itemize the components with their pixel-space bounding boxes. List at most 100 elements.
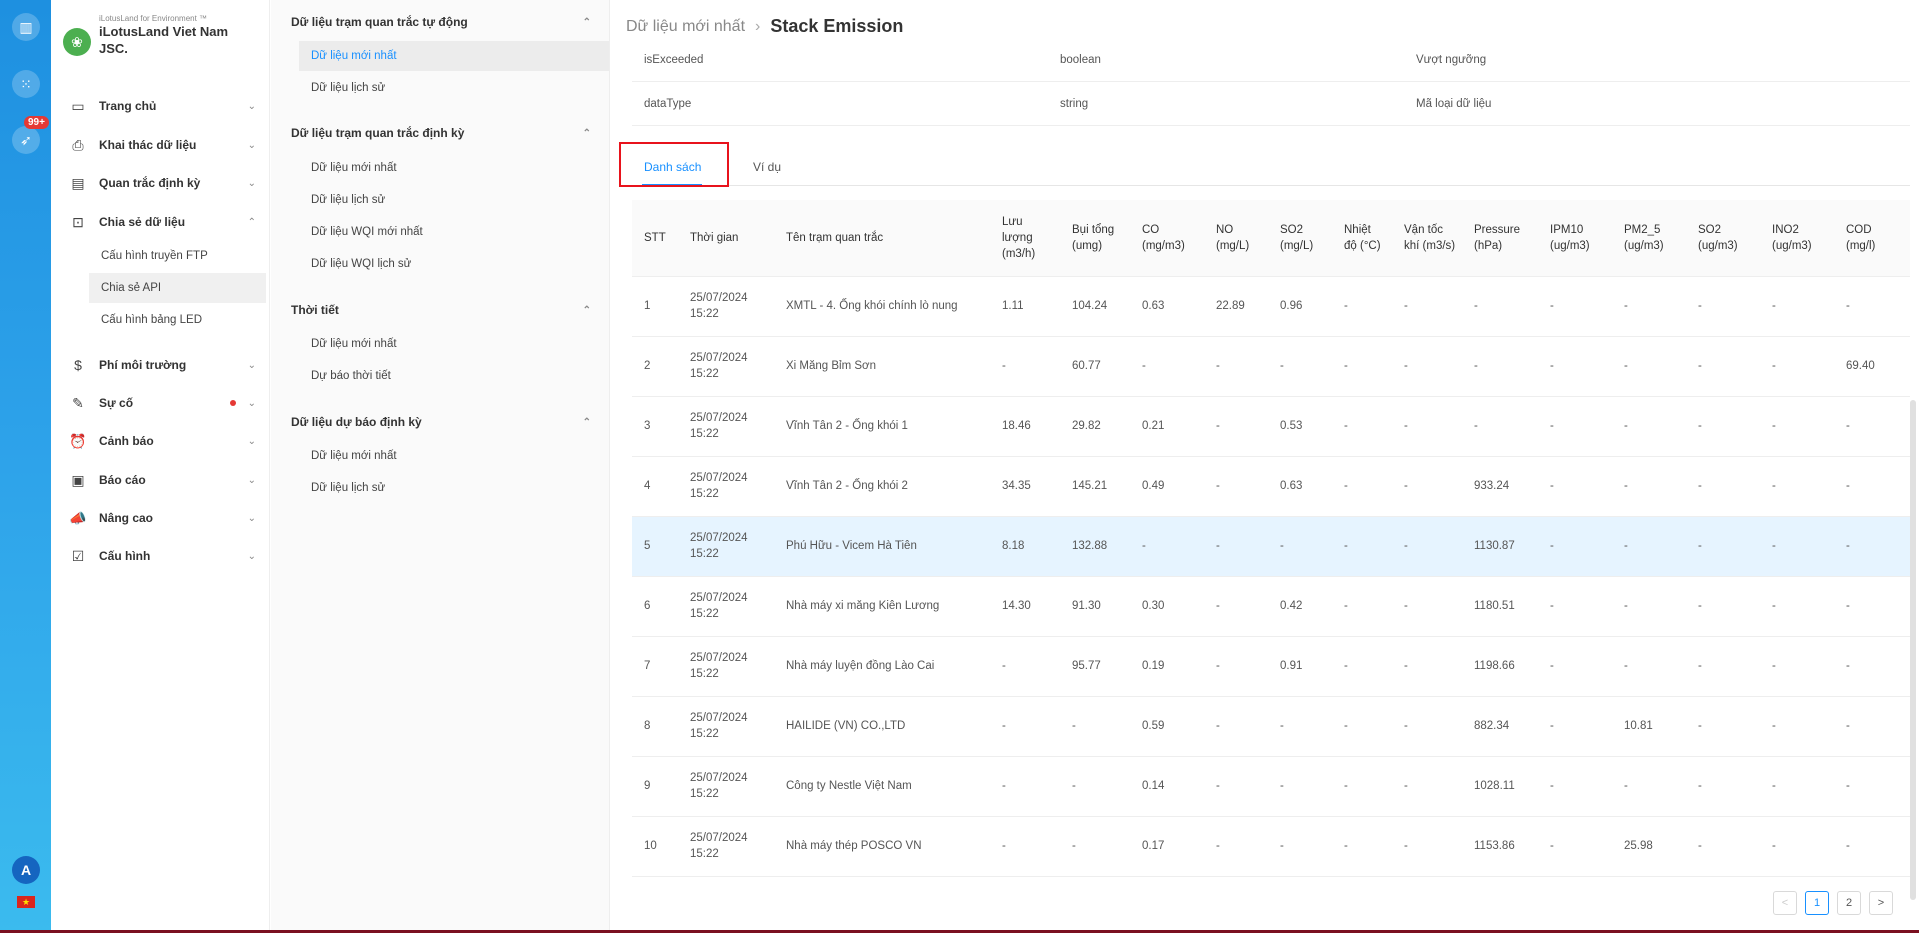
nav-item-alerts[interactable]: ⏰ Cảnh báo ⌄ bbox=[51, 426, 270, 456]
table-cell: 1130.87 bbox=[1462, 516, 1538, 577]
menu-item-wqi-latest[interactable]: Dữ liệu WQI mới nhất bbox=[299, 217, 609, 247]
avatar[interactable]: A bbox=[12, 856, 40, 884]
nav-item-reports[interactable]: ▣ Báo cáo ⌄ bbox=[51, 465, 270, 495]
column-header: Thời gian bbox=[678, 200, 774, 277]
table-row[interactable]: 7 25/07/2024 15:22 Nhà máy luyện đồng Lào C… bbox=[632, 636, 1910, 697]
table-row[interactable]: 5 25/07/2024 15:22 Phú Hữu - Vicem Hà Tiên 8… bbox=[632, 516, 1910, 577]
table-cell: - bbox=[1538, 576, 1612, 637]
vietnam-flag-icon[interactable]: ★ bbox=[17, 896, 35, 908]
chevron-up-icon: ⌃ bbox=[582, 304, 591, 316]
table-row[interactable]: 4 25/07/2024 15:22 Vĩnh Tân 2 - Ống khói 23… bbox=[632, 456, 1910, 517]
api-menu: Dữ liệu trạm quan trắc tự động ⌃ Dữ liệu … bbox=[271, 0, 610, 933]
next-page-button[interactable]: > bbox=[1869, 891, 1893, 915]
table-cell: 0.21 bbox=[1130, 396, 1204, 457]
table-cell: - bbox=[1760, 816, 1834, 877]
menu-item-periodic-latest[interactable]: Dữ liệu mới nhất bbox=[299, 153, 609, 183]
scrollbar[interactable] bbox=[1910, 400, 1916, 900]
page-1-button[interactable]: 1 bbox=[1805, 891, 1829, 915]
apps-grid-icon[interactable]: ⁙ bbox=[12, 70, 40, 98]
table-cell: - bbox=[1612, 456, 1686, 517]
group-periodic-station[interactable]: Dữ liệu trạm quan trắc định kỳ ⌃ bbox=[291, 122, 601, 144]
table-cell: 25.98 bbox=[1612, 816, 1686, 877]
column-header: Vận tốc khí (m3/s) bbox=[1392, 200, 1462, 277]
data-table: STT Thời gian Tên trạm quan trắc Lưu lượng … bbox=[632, 200, 1910, 877]
prev-page-button[interactable]: < bbox=[1773, 891, 1797, 915]
nav-label: Sự cố bbox=[99, 396, 134, 410]
table-cell: - bbox=[1538, 396, 1612, 457]
table-cell: - bbox=[1760, 636, 1834, 697]
table-cell: Phú Hữu - Vicem Hà Tiên bbox=[774, 516, 990, 577]
table-cell: - bbox=[1392, 816, 1462, 877]
dashboard-icon[interactable]: ▥ bbox=[12, 13, 40, 41]
table-cell: Nhà máy luyện đồng Lào Cai bbox=[774, 636, 990, 697]
table-cell: - bbox=[1332, 276, 1392, 337]
group-periodic-forecast[interactable]: Dữ liệu dự báo định kỳ ⌃ bbox=[291, 411, 601, 433]
nav-item-home[interactable]: ▭ Trang chủ ⌄ bbox=[51, 91, 270, 121]
nav-label: Cấu hình bbox=[99, 549, 151, 563]
table-cell: - bbox=[1268, 756, 1332, 817]
group-auto-station[interactable]: Dữ liệu trạm quan trắc tự động ⌃ bbox=[291, 11, 601, 33]
alert-dot bbox=[229, 400, 236, 406]
menu-item-weather-latest[interactable]: Dữ liệu mới nhất bbox=[299, 329, 609, 359]
menu-item-periodic-history[interactable]: Dữ liệu lịch sử bbox=[299, 185, 609, 215]
table-cell: - bbox=[1612, 756, 1686, 817]
nav-item-advanced[interactable]: 📣 Nâng cao ⌄ bbox=[51, 503, 270, 533]
table-row[interactable]: 3 25/07/2024 15:22 Vĩnh Tân 2 - Ống khói 11… bbox=[632, 396, 1910, 457]
edit-icon: ✎ bbox=[72, 394, 84, 411]
menu-item-auto-history[interactable]: Dữ liệu lịch sử bbox=[299, 73, 609, 103]
column-header: Nhiệt độ (°C) bbox=[1332, 200, 1392, 277]
nav-item-data-mining[interactable]: ⎙ Khai thác dữ liệu ⌄ bbox=[51, 130, 270, 160]
page-2-button[interactable]: 2 bbox=[1837, 891, 1861, 915]
sidebar-item-led-config[interactable]: Cấu hình bảng LED bbox=[89, 305, 266, 335]
brand-name: iLotusLand Viet Nam JSC. bbox=[99, 24, 229, 56]
table-row[interactable]: 8 25/07/2024 15:22 HAILIDE (VN) CO.,LTD - -0.… bbox=[632, 696, 1910, 757]
table-cell: - bbox=[1686, 576, 1760, 637]
table-cell: 882.34 bbox=[1462, 696, 1538, 757]
table-cell: 0.42 bbox=[1268, 576, 1332, 637]
group-weather[interactable]: Thời tiết ⌃ bbox=[291, 299, 601, 321]
table-row[interactable]: 1 25/07/2024 15:22 XMTL - 4. Ống khói chính… bbox=[632, 276, 1910, 337]
nav-item-settings[interactable]: ☑ Cấu hình ⌄ bbox=[51, 541, 270, 571]
table-cell: 0.59 bbox=[1130, 696, 1204, 757]
nav-item-periodic-monitoring[interactable]: ▤ Quan trắc định kỳ ⌄ bbox=[51, 168, 270, 198]
table-cell: - bbox=[1612, 276, 1686, 337]
nav-label: Trang chủ bbox=[99, 99, 157, 113]
table-cell: 933.24 bbox=[1462, 456, 1538, 517]
table-cell: 0.91 bbox=[1268, 636, 1332, 697]
table-cell: - bbox=[1760, 696, 1834, 757]
menu-item-forecast-latest[interactable]: Dữ liệu mới nhất bbox=[299, 441, 609, 471]
table-cell: - bbox=[1834, 576, 1910, 637]
table-cell: - bbox=[1332, 756, 1392, 817]
column-header: Pressure (hPa) bbox=[1462, 200, 1538, 277]
field-description: Vượt ngưỡng bbox=[1416, 53, 1487, 66]
table-row[interactable]: 6 25/07/2024 15:22 Nhà máy xi măng Kiên Lươ… bbox=[632, 576, 1910, 637]
column-header: Tên trạm quan trắc bbox=[774, 200, 990, 277]
menu-item-auto-latest[interactable]: Dữ liệu mới nhất bbox=[299, 41, 609, 71]
table-cell: - bbox=[1332, 516, 1392, 577]
table-row[interactable]: 9 25/07/2024 15:22 Công ty Nestle Việt Nam -… bbox=[632, 756, 1910, 817]
table-cell: - bbox=[1332, 396, 1392, 457]
sidebar-item-ftp-config[interactable]: Cấu hình truyền FTP bbox=[89, 241, 266, 271]
table-cell: - bbox=[990, 696, 1060, 757]
tab-example[interactable]: Ví dụ bbox=[753, 160, 781, 174]
menu-item-weather-forecast[interactable]: Dự báo thời tiết bbox=[299, 361, 609, 391]
table-row[interactable]: 10 25/07/2024 15:22 Nhà máy thép POSCO VN - -… bbox=[632, 816, 1910, 877]
table-cell: - bbox=[1204, 816, 1268, 877]
rocket-icon[interactable]: ➶ bbox=[12, 126, 40, 154]
table-cell: XMTL - 4. Ống khói chính lò nung bbox=[774, 276, 990, 337]
menu-item-wqi-history[interactable]: Dữ liệu WQI lịch sử bbox=[299, 249, 609, 279]
nav-item-data-sharing[interactable]: ⊡ Chia sẻ dữ liệu ⌃ bbox=[51, 207, 270, 237]
breadcrumb-parent[interactable]: Dữ liệu mới nhất bbox=[626, 18, 745, 36]
table-cell: - bbox=[1204, 336, 1268, 397]
table-row[interactable]: 2 25/07/2024 15:22 Xi Măng Bỉm Sơn -60.77- - -… bbox=[632, 336, 1910, 397]
table-cell: Xi Măng Bỉm Sơn bbox=[774, 336, 990, 397]
table-cell: 25/07/2024 15:22 bbox=[678, 276, 774, 337]
chevron-down-icon: ⌄ bbox=[247, 177, 256, 189]
nav-item-incident[interactable]: ✎ Sự cố ⌄ bbox=[51, 388, 270, 418]
sidebar-item-api-sharing[interactable]: Chia sẻ API bbox=[89, 273, 266, 303]
tab-bar: Danh sách Ví dụ bbox=[632, 150, 1910, 186]
table-cell: - bbox=[1834, 636, 1910, 697]
nav-label: Chia sẻ dữ liệu bbox=[99, 215, 186, 229]
nav-item-environment-fee[interactable]: $ Phí môi trường ⌄ bbox=[51, 350, 270, 380]
menu-item-forecast-history[interactable]: Dữ liệu lịch sử bbox=[299, 473, 609, 503]
